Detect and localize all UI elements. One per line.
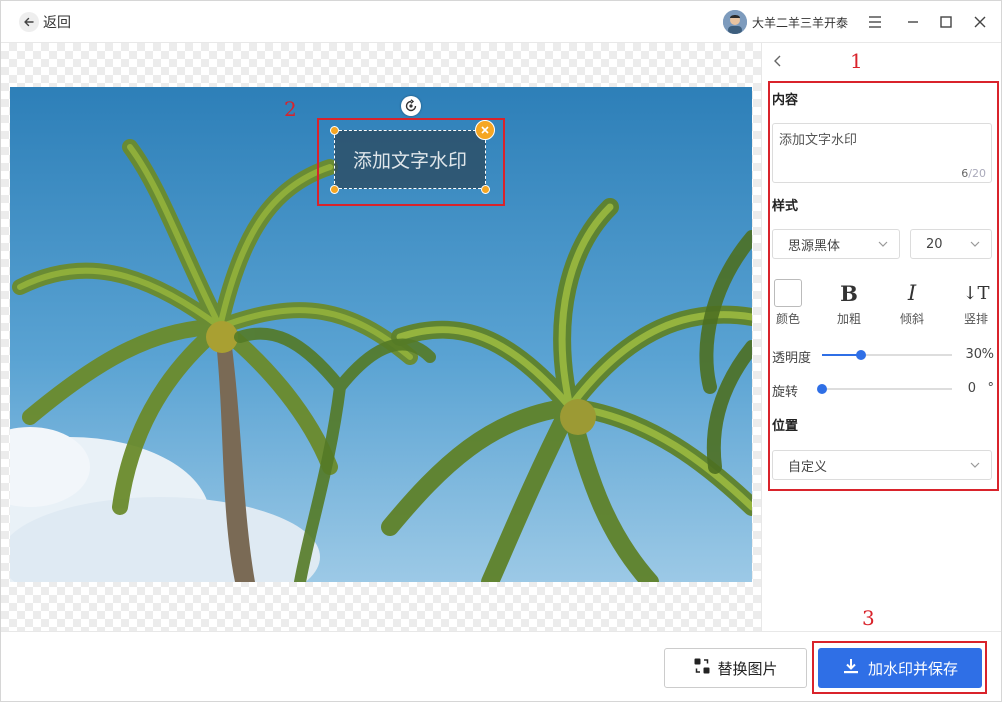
replace-image-label: 替换图片: [717, 659, 778, 678]
back-button[interactable]: 返回: [19, 11, 71, 33]
maximize-icon[interactable]: [936, 12, 956, 32]
annotation-label-1: 1: [850, 49, 863, 73]
annotation-box-1: [768, 81, 999, 491]
avatar: [723, 10, 747, 34]
app-window: 返回 大羊二羊三羊开泰 添加文字水印 2 内容 添加文字水印 6/20 样式 思…: [0, 0, 1002, 702]
rotate-handle-icon[interactable]: [401, 96, 421, 116]
minimize-icon[interactable]: [903, 12, 923, 32]
back-arrow-icon: [19, 12, 39, 32]
close-icon[interactable]: [970, 12, 990, 32]
replace-image-icon: [693, 657, 711, 679]
username: 大羊二羊三羊开泰: [752, 15, 849, 30]
replace-image-button[interactable]: 替换图片: [664, 648, 807, 688]
annotation-box-2: [317, 118, 505, 206]
annotation-label-2: 2: [284, 97, 297, 121]
annotation-label-3: 3: [862, 606, 875, 630]
menu-icon[interactable]: [865, 12, 885, 32]
canvas-area[interactable]: 添加文字水印 2: [1, 43, 761, 631]
panel-collapse-chevron-icon[interactable]: [770, 53, 786, 69]
annotation-box-3: [812, 641, 987, 694]
settings-panel: 内容 添加文字水印 6/20 样式 思源黑体 20 颜色 B 加粗 I 倾斜 ↓…: [761, 43, 1001, 631]
bottom-toolbar: 替换图片 加水印并保存 3: [1, 606, 1001, 701]
user-account[interactable]: 大羊二羊三羊开泰: [723, 10, 848, 34]
title-bar: 返回 大羊二羊三羊开泰: [1, 1, 1001, 43]
back-label: 返回: [43, 15, 71, 31]
